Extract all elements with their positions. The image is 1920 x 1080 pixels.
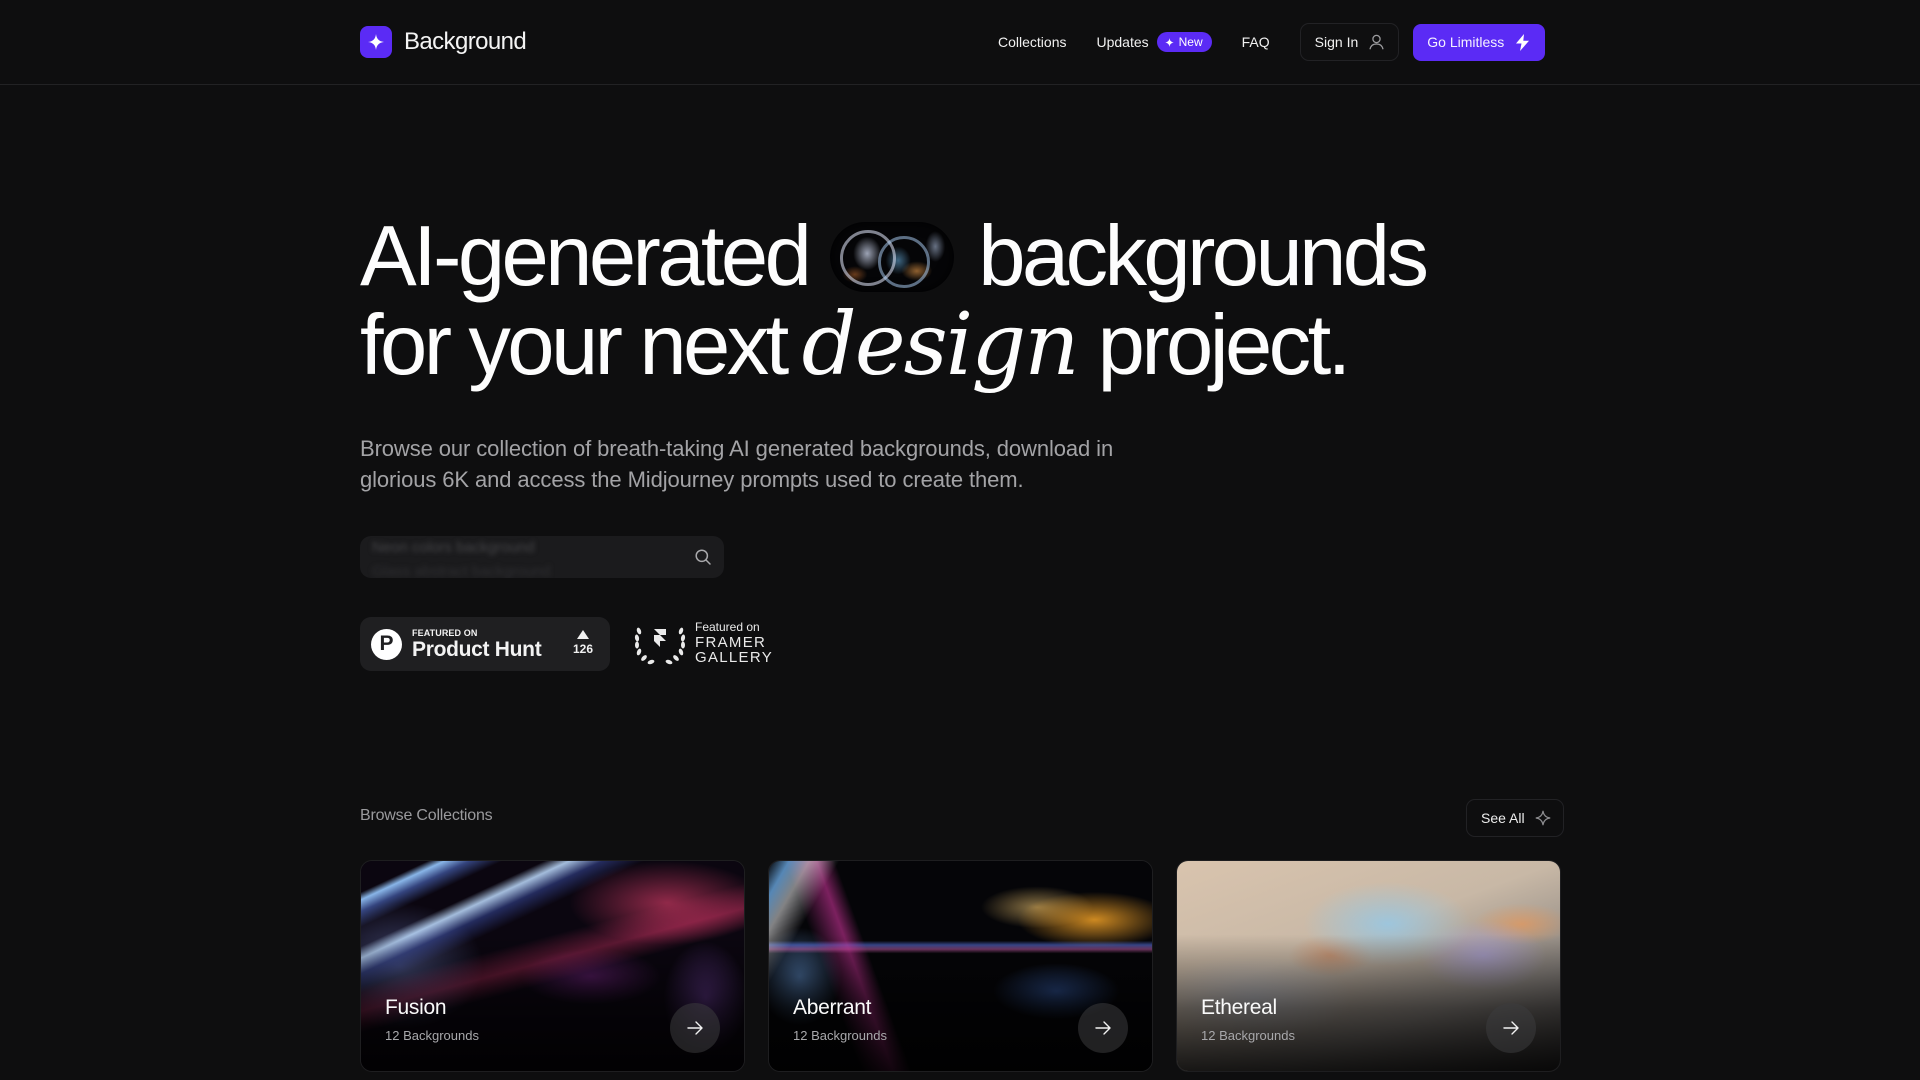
framer-name-line-1: FRAMER [695, 634, 767, 651]
product-hunt-votes: 126 [573, 630, 593, 656]
product-hunt-logo-icon: P [371, 628, 402, 660]
collection-count: 12 Backgrounds [385, 1028, 479, 1043]
open-collection-button[interactable] [1078, 1003, 1128, 1053]
collection-title: Ethereal [1201, 996, 1277, 1019]
headline-line-2: for your next design project. [360, 295, 1425, 395]
arrow-right-icon [687, 1021, 703, 1035]
nav-collections-link[interactable]: Collections [998, 34, 1066, 50]
browse-collections-heading: Browse Collections [360, 807, 493, 824]
arrow-right-icon [1095, 1021, 1111, 1035]
lightning-icon [1516, 33, 1530, 51]
product-hunt-name: Product Hunt [412, 637, 542, 661]
framer-name-line-2: GALLERY [695, 649, 774, 666]
product-hunt-badge[interactable]: P FEATURED ON Product Hunt 126 [360, 617, 610, 671]
brand-name: Background [404, 28, 527, 55]
framer-gallery-badge[interactable]: Featured on FRAMER GALLERY [633, 620, 773, 665]
headline-italic-word: design [801, 295, 1080, 395]
go-limitless-button[interactable]: Go Limitless [1413, 23, 1546, 61]
see-all-label: See All [1481, 810, 1525, 826]
inline-glass-image [830, 221, 955, 292]
collection-title: Aberrant [793, 996, 872, 1019]
nav-faq-link[interactable]: FAQ [1242, 34, 1270, 50]
open-collection-button[interactable] [670, 1003, 720, 1053]
sparkle-icon [360, 26, 392, 58]
search-icon[interactable] [694, 548, 712, 566]
nav-updates-link[interactable]: Updates New [1096, 32, 1212, 52]
headline-text: AI-generated [360, 209, 812, 304]
headline-line-1: AI-generated backgrounds [360, 209, 1429, 304]
headline-text: backgrounds [978, 209, 1429, 304]
hero-subtitle: Browse our collection of breath-taking A… [360, 436, 1114, 492]
nav-links: Collections Updates New FAQ Sign In Go L… [998, 23, 1546, 61]
collection-card-ethereal[interactable]: Ethereal 12 Backgrounds [1176, 860, 1561, 1072]
hero-headline: AI-generated backgrounds for your next d… [360, 209, 1429, 395]
search-placeholder-line-2: Glass abstract background [372, 563, 551, 578]
framer-featured-label: Featured on [695, 620, 760, 634]
collection-count: 12 Backgrounds [793, 1028, 887, 1043]
upvote-count: 126 [572, 642, 593, 656]
arrow-right-icon [1503, 1021, 1519, 1035]
sparkle-outline-icon [1535, 810, 1550, 826]
collection-count: 12 Backgrounds [1201, 1028, 1295, 1043]
collection-card-aberrant[interactable]: Aberrant 12 Backgrounds [768, 860, 1153, 1072]
collection-title: Fusion [385, 996, 447, 1019]
product-hunt-featured-label: FEATURED ON [412, 627, 478, 638]
sparkle-icon [1164, 37, 1174, 47]
upvote-triangle-icon [576, 630, 589, 639]
collection-card-fusion[interactable]: Fusion 12 Backgrounds [360, 860, 745, 1072]
top-nav: Background Collections Updates New FAQ S… [0, 0, 1920, 85]
headline-text: for your next [360, 298, 789, 393]
search-placeholder-line-1: Neon colors background [372, 539, 535, 556]
user-icon [1369, 34, 1384, 50]
see-all-button[interactable]: See All [1466, 799, 1564, 837]
nav-updates-label: Updates [1096, 34, 1149, 50]
new-badge: New [1156, 32, 1212, 52]
sign-in-label: Sign In [1314, 34, 1359, 50]
new-badge-label: New [1178, 35, 1203, 49]
open-collection-button[interactable] [1486, 1003, 1536, 1053]
go-limitless-label: Go Limitless [1427, 34, 1505, 50]
search-input[interactable]: Neon colors background Glass abstract ba… [360, 536, 724, 578]
sign-in-button[interactable]: Sign In [1299, 23, 1400, 61]
framer-text: Featured on FRAMER GALLERY [695, 620, 773, 665]
collection-cards: Fusion 12 Backgrounds Aberrant 12 Backgr… [360, 860, 1561, 1072]
laurel-framer-icon [634, 627, 686, 664]
brand-logo[interactable]: Background [360, 26, 527, 58]
product-hunt-text: FEATURED ON Product Hunt [412, 627, 542, 661]
headline-text: project. [1097, 298, 1352, 393]
